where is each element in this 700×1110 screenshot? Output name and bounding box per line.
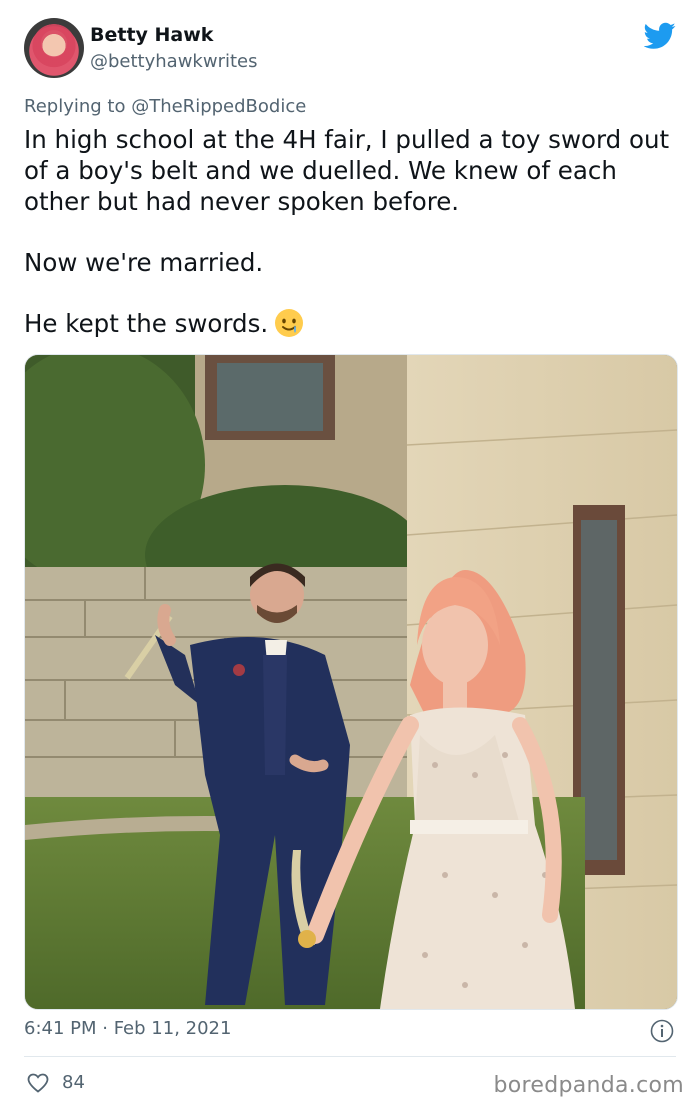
replying-prefix: Replying to [24,96,132,117]
tweet-paragraph-3-text: He kept the swords. [24,309,269,338]
tweet-card: Betty Hawk @bettyhawkwrites Replying to … [0,0,700,1110]
tweet-paragraph-3: He kept the swords. [24,308,674,339]
avatar[interactable] [24,18,84,78]
smiling-face-with-tear-icon [275,309,304,337]
author-name[interactable]: Betty Hawk [90,24,213,46]
tweet-text: In high school at the 4H fair, I pulled … [24,124,674,369]
tweet-paragraph-2: Now we're married. [24,248,264,277]
author-handle[interactable]: @bettyhawkwrites [90,51,257,72]
divider [24,1056,676,1057]
like-count: 84 [62,1072,85,1093]
watermark: boredpanda.com [493,1073,684,1098]
reply-target-link[interactable]: @TheRippedBodice [131,96,306,117]
replying-to: Replying to @TheRippedBodice [24,96,306,117]
wedding-photo[interactable] [24,354,678,1010]
twitter-bird-icon[interactable] [644,22,676,50]
info-icon[interactable] [650,1019,674,1043]
tweet-timestamp[interactable]: 6:41 PM · Feb 11, 2021 [24,1018,231,1039]
heart-icon[interactable] [26,1071,50,1095]
tweet-paragraph-1: In high school at the 4H fair, I pulled … [24,125,670,216]
